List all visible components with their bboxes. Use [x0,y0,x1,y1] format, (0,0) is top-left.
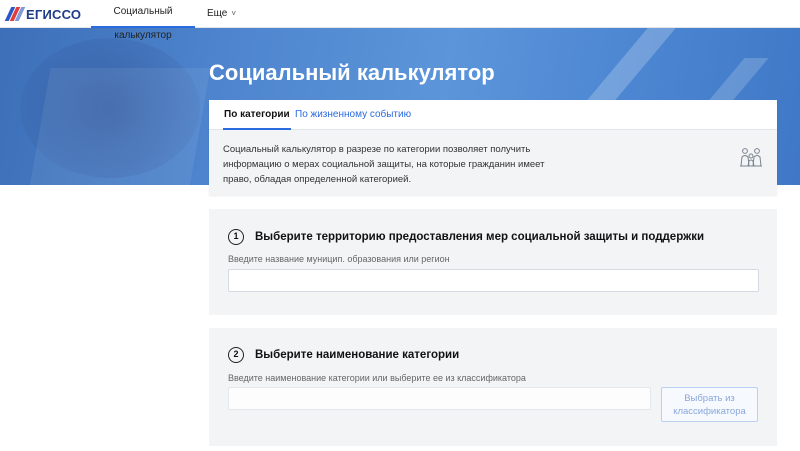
step-title: Выберите наименование категории [255,349,460,361]
nav-social-calculator[interactable]: Социальный калькулятор [91,0,195,41]
step-title: Выберите территорию предоставления мер с… [255,231,705,243]
step-territory-section: 1 Выберите территорию предоставления мер… [209,209,777,315]
egisso-logo[interactable]: ЕГИССО [4,5,82,23]
tab-content: Социальный калькулятор в разрезе по кате… [209,130,777,195]
egisso-logo-icon [4,7,26,21]
top-navigation: ЕГИССО Социальный калькулятор Еще ˅ [0,0,800,41]
nav-more[interactable]: Еще ˅ [207,0,236,28]
territory-field-label: Введите название муницип. образования ил… [228,254,450,264]
tab-by-life-event[interactable]: По жизненному событию [295,109,411,130]
nav-more-label: Еще [207,8,228,19]
step-number-badge: 1 [228,229,244,245]
category-input[interactable] [228,387,651,410]
step-number-badge: 2 [228,347,244,363]
family-icon [740,148,762,167]
category-field-label: Введите наименование категории или выбер… [228,373,526,383]
page-title: Социальный калькулятор [209,60,495,85]
hero-decoration [29,68,211,185]
step-category-section: 2 Выберите наименование категории Введит… [209,328,777,446]
territory-input[interactable] [228,269,759,292]
tab-by-category[interactable]: По категории [223,109,291,130]
calculator-description: Социальный калькулятор в разрезе по кате… [223,144,545,185]
calculator-card: По категории По жизненному событию Социа… [209,100,777,195]
logo-text: ЕГИССО [26,6,82,22]
tab-bar: По категории По жизненному событию [209,100,777,130]
chevron-down-icon: ˅ [231,9,237,18]
select-from-classifier-button[interactable]: Выбрать из классификатора [661,387,758,422]
